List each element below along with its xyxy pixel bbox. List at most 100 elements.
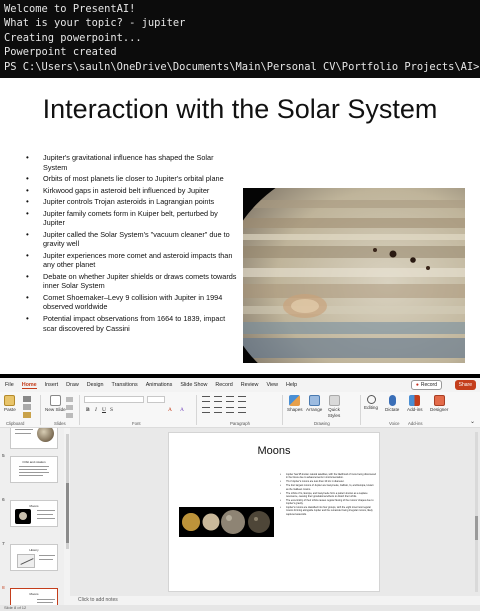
- format-painter-icon[interactable]: [23, 412, 31, 418]
- record-button[interactable]: Record: [410, 380, 442, 390]
- thumb-text-line: [15, 429, 33, 430]
- slide-thumbnail[interactable]: Moons: [10, 500, 58, 527]
- quick-styles-icon: [328, 395, 340, 406]
- group-font: Font: [132, 421, 141, 426]
- quick-styles-label: Quick Styles: [327, 407, 341, 418]
- underline-icon[interactable]: U: [102, 407, 106, 413]
- slide-thumbnail[interactable]: History: [10, 544, 58, 571]
- quick-styles-button[interactable]: Quick Styles: [326, 395, 342, 419]
- copy-icon[interactable]: [23, 404, 31, 410]
- add-ins-button[interactable]: Add-ins: [407, 395, 423, 412]
- reset-icon[interactable]: [66, 405, 73, 410]
- font-color-icon[interactable]: A: [168, 407, 172, 413]
- new-slide-button[interactable]: New Slide: [45, 395, 66, 412]
- bullet-item: Comet Shoemaker–Levy 9 collision with Ju…: [26, 293, 238, 312]
- group-slides: Slides: [54, 421, 66, 426]
- dictate-button[interactable]: Dictate: [385, 395, 399, 412]
- ribbon-separator: [40, 395, 41, 425]
- cut-icon[interactable]: [23, 396, 31, 402]
- bullet-item: Kirkwood gaps in asteroid belt influence…: [26, 186, 238, 196]
- editing-button[interactable]: Editing: [364, 395, 378, 410]
- thumb-drawing-line: [20, 558, 34, 565]
- slide-number: 5: [2, 454, 5, 459]
- menu-bar: File Home Insert Draw Design Transitions…: [0, 378, 480, 392]
- menu-design[interactable]: Design: [87, 382, 104, 388]
- thumb-text-line: [39, 555, 55, 556]
- bullet-item: Jupiter experiences more comet and aster…: [26, 251, 238, 270]
- menu-draw[interactable]: Draw: [66, 382, 79, 388]
- group-clipboard: Clipboard: [6, 421, 25, 426]
- thumb-text-line: [19, 466, 49, 467]
- slide-thumbnail[interactable]: Orbit and rotation: [10, 456, 58, 483]
- terminal-window[interactable]: Welcome to PresentAI! What is your topic…: [0, 0, 480, 78]
- menu-view[interactable]: View: [266, 382, 278, 388]
- terminal-line: Powerpoint created: [4, 46, 117, 59]
- slide-title: Interaction with the Solar System: [42, 94, 438, 124]
- bold-icon[interactable]: B: [86, 407, 90, 413]
- thumb-moon: [19, 512, 27, 520]
- add-ins-icon: [409, 395, 421, 406]
- terminal-line: Welcome to PresentAI!: [4, 3, 136, 15]
- menu-review[interactable]: Review: [241, 382, 259, 388]
- arrange-label: Arrange: [306, 407, 323, 412]
- italic-icon[interactable]: I: [95, 407, 97, 413]
- arrange-button[interactable]: Arrange: [306, 395, 322, 412]
- align-right-icon[interactable]: [226, 407, 234, 413]
- menu-slide-show[interactable]: Slide Show: [180, 382, 207, 388]
- terminal-prompt-line[interactable]: PS C:\Users\sauln\OneDrive\Documents\Mai…: [4, 60, 479, 74]
- collapse-ribbon-icon[interactable]: ⌄: [470, 418, 475, 425]
- thumb-image: [15, 509, 31, 524]
- ribbon-separator: [79, 395, 80, 425]
- align-center-icon[interactable]: [214, 407, 222, 413]
- thumb-text-line: [37, 518, 55, 519]
- thumb-text-line: [37, 510, 55, 511]
- bullets-icon[interactable]: [202, 396, 210, 402]
- thumbnail-scrollbar-thumb[interactable]: [66, 483, 69, 543]
- thumb-title: Orbit and rotation: [22, 460, 46, 464]
- paste-button[interactable]: Paste: [4, 395, 16, 412]
- increase-indent-icon[interactable]: [238, 396, 246, 402]
- designer-button[interactable]: Designer: [430, 395, 448, 412]
- justify-icon[interactable]: [238, 407, 246, 413]
- section-icon[interactable]: [66, 413, 73, 418]
- slide-bullet-list[interactable]: Jupiter has 95 known natural satellites,…: [280, 473, 376, 517]
- font-size-dropdown[interactable]: [147, 396, 165, 403]
- slide-title[interactable]: Moons: [169, 445, 379, 457]
- current-slide[interactable]: Moons Jupiter has 95 known natural satel…: [168, 432, 380, 592]
- thumb-title: Moons: [29, 504, 39, 508]
- canvas-scrollbar-thumb[interactable]: [475, 516, 478, 540]
- slide-preview: Interaction with the Solar System Jupite…: [0, 78, 480, 374]
- ribbon-separator: [282, 395, 283, 425]
- align-left-icon[interactable]: [202, 407, 210, 413]
- bullet-item: The four largest moons of Jupiter are Ga…: [280, 484, 376, 490]
- shapes-button[interactable]: Shapes: [287, 395, 303, 412]
- decrease-indent-icon[interactable]: [226, 396, 234, 402]
- slide-thumbnail[interactable]: [10, 428, 58, 449]
- thumb-text-line: [19, 475, 43, 476]
- menu-insert[interactable]: Insert: [45, 382, 58, 388]
- slide-number: 8: [2, 586, 5, 591]
- notes-pane[interactable]: Click to add notes: [70, 596, 480, 605]
- menu-file[interactable]: File: [5, 382, 14, 388]
- menu-home[interactable]: Home: [21, 382, 37, 389]
- menu-help[interactable]: Help: [286, 382, 297, 388]
- menu-transitions[interactable]: Transitions: [112, 382, 138, 388]
- menu-record[interactable]: Record: [215, 382, 232, 388]
- strikethrough-icon[interactable]: S: [110, 407, 113, 413]
- group-drawing: Drawing: [314, 421, 330, 426]
- bullet-item: Potential impact observations from 1664 …: [26, 314, 238, 333]
- ribbon: Paste Clipboard New Slide Slides B I U S…: [0, 392, 480, 428]
- canvas-scrollbar[interactable]: [475, 432, 478, 592]
- powerpoint-window: File Home Insert Draw Design Transitions…: [0, 378, 480, 611]
- slide-counter: Slide 8 of 12: [4, 605, 27, 610]
- layout-icon[interactable]: [66, 397, 73, 402]
- font-family-dropdown[interactable]: [84, 396, 144, 403]
- bullet-item: Jupiter has 95 known natural satellites,…: [280, 473, 376, 479]
- menu-animations[interactable]: Animations: [146, 382, 173, 388]
- highlight-icon[interactable]: A: [180, 407, 184, 413]
- thumb-text-line: [37, 514, 53, 515]
- thumb-text-line: [37, 602, 53, 603]
- share-button[interactable]: Share: [454, 380, 476, 390]
- numbering-icon[interactable]: [214, 396, 222, 402]
- galilean-moons-image[interactable]: [179, 507, 274, 537]
